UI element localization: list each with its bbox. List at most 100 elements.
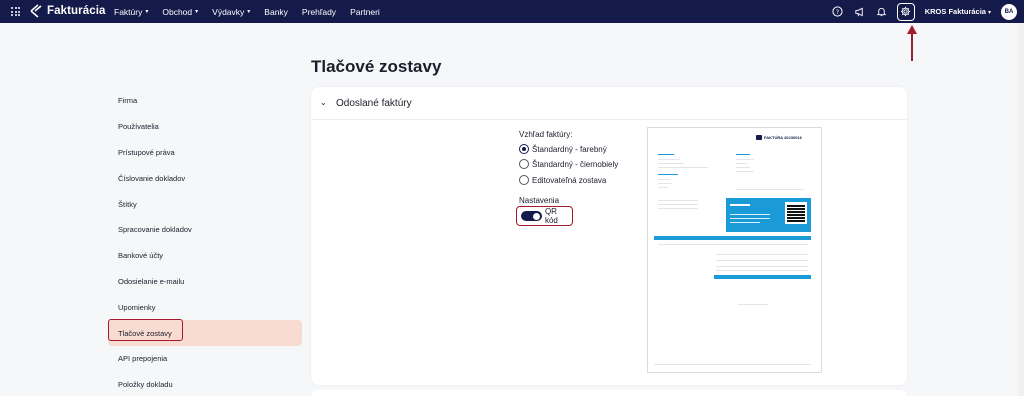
page-scrollbar[interactable] [1018, 23, 1024, 396]
preview-line [738, 304, 768, 305]
preview-line [716, 266, 808, 267]
preview-line [658, 187, 668, 188]
preview-line [730, 204, 750, 206]
invoice-preview: FAKTÚRA 20230016 [647, 127, 822, 373]
appearance-label: Vzhľad faktúry: [519, 130, 573, 139]
nav-item-prehlady[interactable]: Prehľady [302, 7, 336, 17]
sidebar-item-label: Firma [118, 96, 138, 106]
settings-button[interactable] [896, 2, 915, 21]
chevron-down-icon: ▾ [247, 9, 251, 15]
preview-line [658, 159, 680, 160]
preview-line [658, 200, 698, 201]
preview-line [658, 154, 674, 156]
avatar[interactable]: BA [1001, 3, 1017, 20]
preview-qr-code [785, 202, 807, 224]
nav-label: Výdavky [212, 6, 245, 17]
preview-total-bar [714, 275, 811, 279]
preview-line [658, 174, 678, 175]
bell-icon[interactable] [875, 5, 889, 19]
page-title: Tlačové zostavy [311, 57, 442, 76]
radio-empty-icon [519, 175, 529, 185]
sidebar-item-label: Položky dokladu [118, 380, 173, 390]
app-logo[interactable]: Fakturácia [29, 4, 106, 18]
svg-text:?: ? [836, 8, 839, 16]
preview-table-header [654, 236, 811, 240]
preview-line [658, 204, 698, 205]
preview-line [736, 154, 750, 156]
sidebar-item-label: Bankové účty [118, 251, 164, 261]
megaphone-icon[interactable] [853, 5, 867, 19]
preview-line [658, 208, 698, 209]
company-name: KROS Fakturácia [924, 7, 986, 16]
preview-line [716, 260, 808, 261]
qr-code-toggle[interactable] [521, 211, 542, 221]
preview-line [736, 167, 750, 168]
preview-line [736, 189, 804, 190]
sidebar-item-label: Číslovanie dokladov [118, 173, 186, 183]
sidebar-item-upomienky[interactable]: Upomienky [108, 294, 302, 320]
chevron-down-icon: ▾ [145, 9, 149, 15]
topbar-actions: ? KROS Fakturácia ▾ BA [831, 0, 1024, 23]
help-icon[interactable]: ? [831, 5, 845, 19]
section-header[interactable]: ⌄ Odoslané faktúry [311, 87, 907, 120]
preview-line [730, 214, 770, 215]
main-nav: Faktúry ▾ Obchod ▾ Výdavky ▾ Banky Prehľady… [114, 0, 394, 23]
preview-line [716, 270, 808, 271]
chevron-down-icon: ▾ [195, 9, 199, 15]
sidebar-item-pristupove-prava[interactable]: Prístupové práva [108, 140, 302, 166]
sidebar-item-stitky[interactable]: Štítky [108, 191, 302, 217]
radio-empty-icon [519, 159, 529, 169]
company-switcher[interactable]: KROS Fakturácia ▾ [925, 7, 991, 16]
sidebar-item-spracovanie-dokladov[interactable]: Spracovanie dokladov [108, 217, 302, 243]
sidebar-item-api-prepojenia[interactable]: API prepojenia [108, 346, 302, 372]
sidebar-item-polozky-dokladu[interactable]: Položky dokladu [108, 372, 302, 396]
nav-item-banky[interactable]: Banky [264, 7, 288, 17]
settings-label: Nastavenia [519, 196, 560, 205]
radio-standard-color[interactable]: Štandardný - farebný [519, 144, 607, 154]
radio-label: Štandardný - farebný [532, 144, 607, 154]
annotation-arrow-line [911, 33, 913, 61]
sidebar-item-odosielanie-emailu[interactable]: Odosielanie e-mailu [108, 269, 302, 295]
preview-line [730, 218, 770, 219]
preview-logo-icon [756, 135, 762, 140]
nav-item-obchod[interactable]: Obchod ▾ [162, 7, 198, 17]
nav-item-partneri[interactable]: Partneri [350, 7, 380, 17]
nav-label: Partneri [350, 6, 380, 17]
settings-sidebar: Firma Používatelia Prístupové práva Čísl… [108, 88, 302, 396]
preview-line [736, 159, 754, 160]
nav-label: Prehľady [301, 6, 337, 17]
sidebar-item-label: Upomienky [118, 302, 156, 312]
sidebar-item-label: Odosielanie e-mailu [118, 276, 185, 286]
sidebar-item-pouzivatelia[interactable]: Používatelia [108, 114, 302, 140]
radio-standard-bw[interactable]: Štandardný - čiernobiely [519, 159, 618, 169]
sidebar-item-ciselovanie-dokladov[interactable]: Číslovanie dokladov [108, 165, 302, 191]
preview-line [658, 183, 672, 184]
radio-label: Editovateľná zostava [532, 175, 607, 185]
next-section-card [311, 390, 907, 396]
sidebar-item-firma[interactable]: Firma [108, 88, 302, 114]
preview-line [658, 244, 808, 245]
preview-line [658, 179, 670, 180]
chevron-down-icon: ▾ [987, 10, 991, 16]
nav-item-faktury[interactable]: Faktúry ▾ [114, 7, 148, 17]
app-name: Fakturácia [47, 5, 106, 17]
preview-line [658, 167, 708, 168]
radio-selected-icon [519, 144, 529, 154]
preview-title: FAKTÚRA 20230016 [764, 135, 802, 140]
chevron-down-icon[interactable]: ⌄ [320, 98, 327, 107]
gear-icon [901, 6, 911, 17]
nav-label: Banky [264, 6, 288, 17]
app-grid-icon[interactable] [11, 7, 20, 16]
radio-editable[interactable]: Editovateľná zostava [519, 175, 606, 185]
sidebar-item-label: API prepojenia [118, 354, 168, 364]
preview-line [736, 171, 754, 172]
logo-mark-icon [30, 4, 42, 18]
preview-line [736, 163, 748, 164]
sidebar-item-label: Používatelia [118, 122, 159, 132]
qr-code-toggle-highlight: QR kód [516, 206, 573, 226]
preview-line [716, 254, 808, 255]
radio-label: Štandardný - čiernobiely [532, 159, 619, 169]
nav-item-vydavky[interactable]: Výdavky ▾ [212, 7, 250, 17]
sidebar-item-bankove-ucty[interactable]: Bankové účty [108, 243, 302, 269]
top-navigation-bar: Fakturácia Faktúry ▾ Obchod ▾ Výdavky ▾ Ban… [0, 0, 1024, 23]
